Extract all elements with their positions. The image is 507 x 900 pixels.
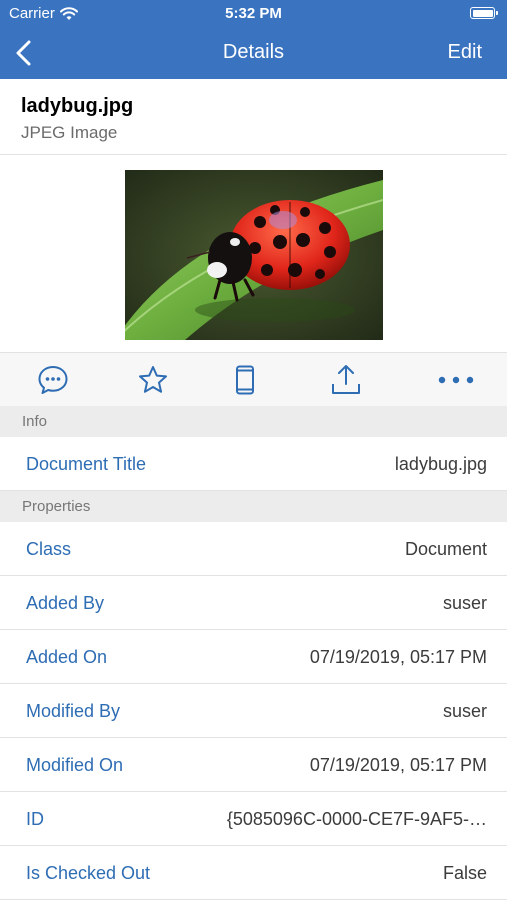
row-value: {5085096C-0000-CE7F-9AF5-… [226,809,487,829]
property-row-added-on[interactable]: Added On 07/19/2019, 05:17 PM [0,630,507,684]
row-label: Modified On [26,755,124,775]
info-row-document-title[interactable]: Document Title ladybug.jpg [0,437,507,491]
file-name: ladybug.jpg [21,95,134,117]
property-row-class[interactable]: Class Document [0,522,507,576]
more-icon[interactable] [436,364,476,396]
star-icon[interactable] [137,364,169,396]
row-value: False [442,863,487,883]
property-row-added-by[interactable]: Added By suser [0,576,507,630]
status-time: 5:32 PM [225,5,282,22]
row-label: Added On [26,647,108,667]
row-value: ladybug.jpg [394,454,487,474]
battery-icon [470,7,498,19]
action-bar [0,352,507,406]
row-label: Is Checked Out [26,863,151,883]
page-title: Details [222,41,285,63]
row-label: Modified By [26,701,121,721]
image-preview[interactable] [125,170,383,340]
status-bar: Carrier 5:32 PM [0,0,507,28]
file-type: JPEG Image [21,123,118,142]
row-label: ID [26,809,44,829]
property-row-is-checked-out[interactable]: Is Checked Out False [0,846,507,900]
property-row-modified-by[interactable]: Modified By suser [0,684,507,738]
comment-icon[interactable] [37,364,69,396]
row-value: 07/19/2019, 05:17 PM [309,755,487,775]
property-row-id[interactable]: ID {5085096C-0000-CE7F-9AF5-… [0,792,507,846]
row-value: Document [404,539,487,559]
row-label: Document Title [26,454,147,474]
row-label: Added By [26,593,105,613]
ladybug-image [125,170,383,340]
row-label: Class [26,539,72,559]
row-value: suser [442,701,487,721]
navigation-bar: Details Edit [0,28,507,79]
section-header-info: Info [0,406,507,437]
edit-button[interactable]: Edit [448,41,482,64]
row-value: 07/19/2019, 05:17 PM [309,647,487,667]
file-header: ladybug.jpg JPEG Image [0,79,507,155]
property-row-modified-on[interactable]: Modified On 07/19/2019, 05:17 PM [0,738,507,792]
share-icon[interactable] [330,364,362,396]
section-header-properties: Properties [0,491,507,522]
phone-icon[interactable] [229,364,261,396]
row-value: suser [442,593,487,613]
